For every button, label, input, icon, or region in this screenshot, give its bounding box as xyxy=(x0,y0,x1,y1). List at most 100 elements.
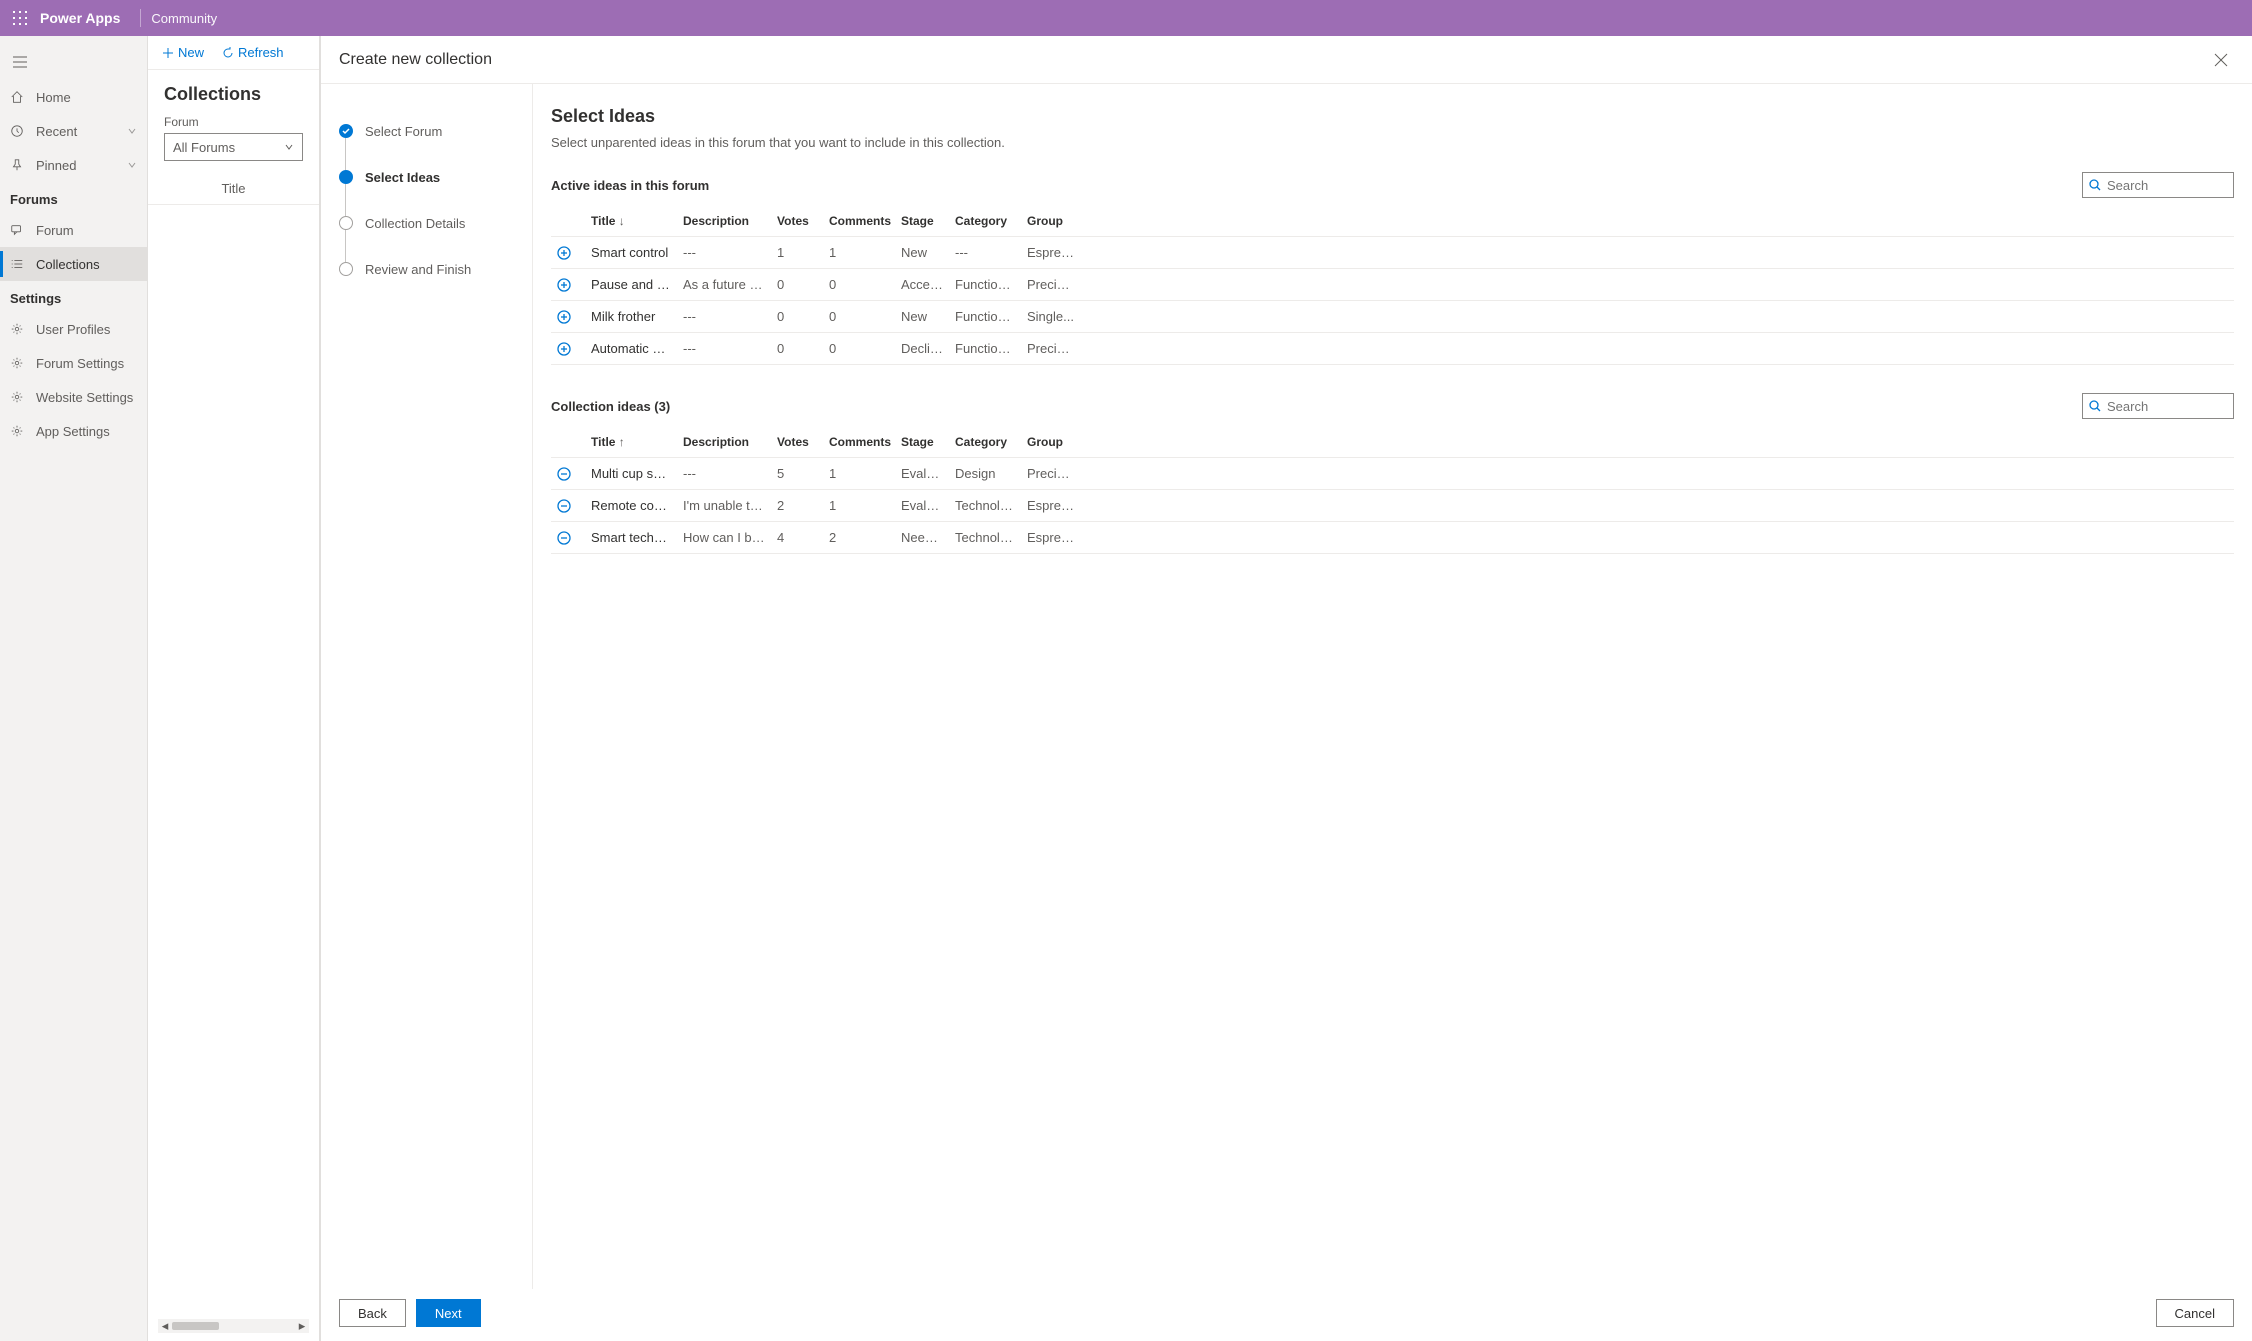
scroll-right-icon[interactable]: ▸ xyxy=(296,1320,308,1332)
cell-title: Multi cup setti... xyxy=(585,458,677,490)
remove-icon[interactable] xyxy=(551,522,585,554)
cell-description: --- xyxy=(677,458,771,490)
nav-forum[interactable]: Forum xyxy=(0,213,147,247)
nav-forum-settings[interactable]: Forum Settings xyxy=(0,346,147,380)
collections-heading: Collections xyxy=(148,70,319,115)
scroll-left-icon[interactable]: ◂ xyxy=(159,1320,171,1332)
home-icon xyxy=(10,90,28,104)
table-row[interactable]: Smart technol...How can I bre...42Needs.… xyxy=(551,522,2234,554)
cell-title: Pause and serve xyxy=(585,269,677,301)
back-button[interactable]: Back xyxy=(339,1299,406,1327)
step-active-icon xyxy=(339,170,353,184)
nav-recent-label: Recent xyxy=(36,124,77,139)
cell-stage: Evalua... xyxy=(895,458,949,490)
remove-icon[interactable] xyxy=(551,490,585,522)
nav-recent[interactable]: Recent xyxy=(0,114,147,148)
col-category[interactable]: Category xyxy=(949,427,1021,458)
nav-website-settings[interactable]: Website Settings xyxy=(0,380,147,414)
col-title[interactable]: Title ↓ xyxy=(585,206,677,237)
gear-icon xyxy=(10,424,28,438)
cell-votes: 0 xyxy=(771,269,823,301)
step-label: Select Ideas xyxy=(365,170,440,185)
step-select-ideas[interactable]: Select Ideas xyxy=(339,154,514,200)
cell-group: Precisi... xyxy=(1021,269,1081,301)
cell-votes: 1 xyxy=(771,237,823,269)
col-stage[interactable]: Stage xyxy=(895,427,949,458)
col-comments[interactable]: Comments xyxy=(823,206,895,237)
cell-votes: 0 xyxy=(771,333,823,365)
nav-collections[interactable]: Collections xyxy=(0,247,147,281)
nav-pinned-label: Pinned xyxy=(36,158,76,173)
add-icon[interactable] xyxy=(551,237,585,269)
left-nav: Home Recent Pinned Forums Forum Collecti… xyxy=(0,36,148,1341)
col-title[interactable]: Title ↑ xyxy=(585,427,677,458)
table-row[interactable]: Smart control---11New---Espres... xyxy=(551,237,2234,269)
col-group[interactable]: Group xyxy=(1021,427,1081,458)
active-ideas-search[interactable] xyxy=(2082,172,2234,198)
nav-collapse-button[interactable] xyxy=(0,44,40,80)
cell-comments: 2 xyxy=(823,522,895,554)
col-group[interactable]: Group xyxy=(1021,206,1081,237)
table-row[interactable]: Pause and serveAs a future fea...00Accep… xyxy=(551,269,2234,301)
close-button[interactable] xyxy=(2208,47,2234,73)
new-button[interactable]: New xyxy=(156,41,210,64)
nav-user-profiles[interactable]: User Profiles xyxy=(0,312,147,346)
app-area-label[interactable]: Community xyxy=(151,11,217,26)
horizontal-scrollbar[interactable]: ◂ ▸ xyxy=(158,1319,309,1333)
list-column-title[interactable]: Title xyxy=(148,173,319,205)
add-icon[interactable] xyxy=(551,269,585,301)
cell-comments: 0 xyxy=(823,333,895,365)
table-row[interactable]: Remote controlI'm unable to ...21Evalua.… xyxy=(551,490,2234,522)
cell-description: --- xyxy=(677,301,771,333)
forum-select[interactable]: All Forums xyxy=(164,133,303,161)
collection-ideas-search[interactable] xyxy=(2082,393,2234,419)
gear-icon xyxy=(10,356,28,370)
clock-icon xyxy=(10,124,28,138)
col-stage[interactable]: Stage xyxy=(895,206,949,237)
step-select-forum[interactable]: Select Forum xyxy=(339,108,514,154)
table-row[interactable]: Automatic shu...---00Declin...Functional… xyxy=(551,333,2234,365)
add-icon[interactable] xyxy=(551,333,585,365)
cell-description: --- xyxy=(677,333,771,365)
sort-asc-icon: ↑ xyxy=(619,435,625,449)
col-description[interactable]: Description xyxy=(677,206,771,237)
table-row[interactable]: Multi cup setti...---51Evalua...DesignPr… xyxy=(551,458,2234,490)
app-brand[interactable]: Power Apps xyxy=(40,10,120,26)
chevron-down-icon xyxy=(284,142,294,152)
cell-description: As a future fea... xyxy=(677,269,771,301)
col-description[interactable]: Description xyxy=(677,427,771,458)
col-votes[interactable]: Votes xyxy=(771,427,823,458)
search-input[interactable] xyxy=(2107,178,2252,193)
col-votes[interactable]: Votes xyxy=(771,206,823,237)
step-pending-icon xyxy=(339,216,353,230)
collection-ideas-table: Title ↑ Description Votes Comments Stage… xyxy=(551,427,2234,554)
nav-pinned[interactable]: Pinned xyxy=(0,148,147,182)
chevron-down-icon xyxy=(127,126,137,136)
scrollbar-thumb[interactable] xyxy=(172,1322,219,1330)
step-collection-details[interactable]: Collection Details xyxy=(339,200,514,246)
page-subtitle: Select unparented ideas in this forum th… xyxy=(551,135,2234,150)
refresh-button[interactable]: Refresh xyxy=(216,41,290,64)
cell-group: Espres... xyxy=(1021,490,1081,522)
remove-icon[interactable] xyxy=(551,458,585,490)
cell-title: Automatic shu... xyxy=(585,333,677,365)
gear-icon xyxy=(10,390,28,404)
col-category[interactable]: Category xyxy=(949,206,1021,237)
step-review-finish[interactable]: Review and Finish xyxy=(339,246,514,292)
col-comments[interactable]: Comments xyxy=(823,427,895,458)
nav-app-settings[interactable]: App Settings xyxy=(0,414,147,448)
table-row[interactable]: Milk frother---00NewFunctional...Single.… xyxy=(551,301,2234,333)
cell-group: Precisi... xyxy=(1021,333,1081,365)
next-button[interactable]: Next xyxy=(416,1299,481,1327)
modal-footer: Back Next Cancel xyxy=(321,1289,2252,1341)
cancel-button[interactable]: Cancel xyxy=(2156,1299,2234,1327)
cell-stage: Declin... xyxy=(895,333,949,365)
search-input[interactable] xyxy=(2107,399,2252,414)
cell-category: --- xyxy=(949,237,1021,269)
app-launcher-icon[interactable] xyxy=(4,0,36,36)
cell-stage: Accep... xyxy=(895,269,949,301)
gear-icon xyxy=(10,322,28,336)
add-icon[interactable] xyxy=(551,301,585,333)
nav-home[interactable]: Home xyxy=(0,80,147,114)
cell-comments: 1 xyxy=(823,237,895,269)
